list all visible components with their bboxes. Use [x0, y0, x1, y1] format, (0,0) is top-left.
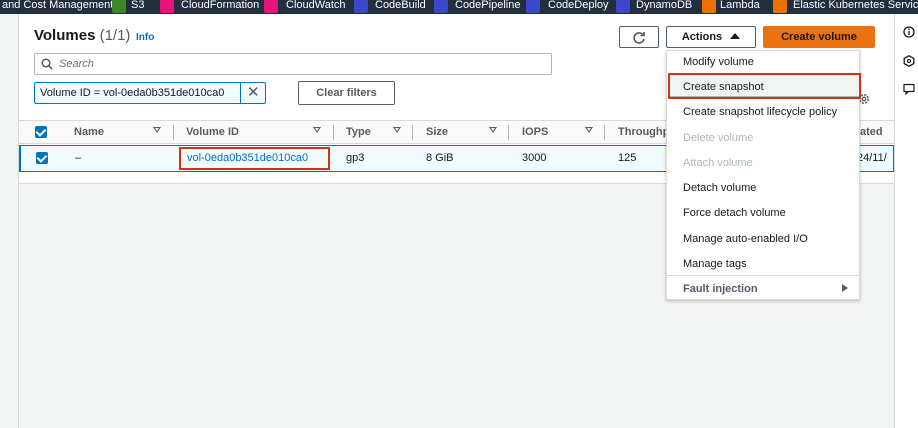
menu-item-modify-volume[interactable]: Modify volume [683, 56, 754, 68]
menu-item-manage-auto-enabled-io[interactable]: Manage auto-enabled I/O [683, 233, 808, 245]
favorite-label: Elastic Kubernetes Servic [793, 0, 918, 11]
menu-item-create-snapshot-lifecycle-policy[interactable]: Create snapshot lifecycle policy [683, 106, 837, 118]
sort-icon[interactable] [393, 127, 401, 133]
column-divider [508, 125, 509, 140]
refresh-button[interactable] [619, 26, 659, 48]
lambda-icon [702, 0, 716, 13]
filter-token-text: Volume ID = vol-0eda0b351de010ca0 [35, 83, 241, 103]
favorite-label: and Cost Management [2, 0, 114, 11]
codepipeline-icon [434, 0, 448, 13]
service-favorites-bar: and Cost Management S3 CloudFormation Cl… [0, 0, 918, 14]
menu-item-delete-volume: Delete volume [683, 132, 754, 144]
volume-id-link[interactable]: vol-0eda0b351de010ca0 [179, 147, 330, 170]
codedeploy-icon [526, 0, 540, 13]
favorite-label: CloudFormation [181, 0, 260, 11]
column-header-iops[interactable]: IOPS [522, 126, 548, 138]
favorite-label: CodeDeploy [548, 0, 609, 11]
menu-item-detach-volume[interactable]: Detach volume [683, 182, 756, 194]
filter-token: Volume ID = vol-0eda0b351de010ca0 ✕ [34, 82, 266, 104]
sort-icon[interactable] [489, 127, 497, 133]
menu-item-force-detach-volume[interactable]: Force detach volume [683, 207, 786, 219]
column-header-volume-id[interactable]: Volume ID [186, 126, 239, 138]
column-divider [173, 125, 174, 140]
favorite-label: Lambda [720, 0, 760, 11]
eks-icon [773, 0, 787, 13]
menu-item-attach-volume: Attach volume [683, 157, 753, 169]
refresh-icon [633, 32, 645, 44]
favorite-label: CloudWatch [286, 0, 346, 11]
dynamodb-icon [616, 0, 630, 13]
right-utility-rail [894, 14, 918, 428]
sort-icon[interactable] [153, 127, 161, 133]
clear-filters-button[interactable]: Clear filters [298, 81, 395, 105]
column-divider [333, 125, 334, 140]
menu-item-create-snapshot[interactable]: Create snapshot [683, 81, 764, 93]
volume-id-text: vol-0eda0b351de010ca0 [187, 152, 309, 164]
s3-icon [112, 0, 126, 13]
cloudformation-icon [160, 0, 174, 13]
cell-iops: 3000 [522, 152, 547, 164]
column-divider [412, 125, 413, 140]
create-volume-button[interactable]: Create volume [763, 26, 875, 48]
menu-item-manage-tags[interactable]: Manage tags [683, 258, 747, 270]
chevron-right-icon [842, 284, 848, 292]
actions-menu: Modify volume Create snapshot Create sna… [666, 50, 861, 300]
favorite-label: CodePipeline [455, 0, 521, 11]
caret-up-icon [730, 33, 741, 39]
search-icon [41, 58, 53, 70]
menu-divider [667, 275, 859, 276]
info-link[interactable]: Info [136, 32, 154, 43]
cloudwatch-icon [264, 0, 278, 13]
actions-button[interactable]: Actions [666, 26, 756, 48]
column-header-size[interactable]: Size [426, 126, 448, 138]
hexagon-icon[interactable] [903, 55, 915, 67]
column-header-name[interactable]: Name [74, 126, 104, 138]
menu-item-fault-injection[interactable]: Fault injection [683, 283, 758, 295]
info-circle-icon[interactable] [903, 26, 915, 38]
favorite-label: CodeBuild [375, 0, 426, 11]
selection-count: (1/1) [99, 27, 131, 44]
cell-created: 24/11/ [857, 152, 887, 164]
column-header-created[interactable]: ated [860, 126, 883, 138]
cell-throughput: 125 [618, 152, 637, 164]
cell-name: – [75, 152, 82, 164]
row-checkbox[interactable] [36, 152, 48, 164]
page-title: Volumes (1/1) [34, 27, 130, 44]
actions-label: Actions [681, 31, 723, 43]
cell-size: 8 GiB [426, 152, 454, 164]
sort-icon[interactable] [585, 127, 593, 133]
title-text: Volumes [34, 27, 96, 44]
remove-filter-icon[interactable]: ✕ [247, 85, 260, 100]
favorite-label: DynamoDB [636, 0, 693, 11]
favorite-label: S3 [131, 0, 145, 11]
column-divider [604, 125, 605, 140]
column-header-type[interactable]: Type [346, 126, 371, 138]
search-input[interactable] [59, 56, 539, 72]
search-bar [34, 53, 552, 75]
select-all-checkbox[interactable] [35, 126, 47, 138]
cell-type: gp3 [346, 152, 365, 164]
codebuild-icon [354, 0, 368, 13]
sort-icon[interactable] [313, 127, 321, 133]
feedback-icon[interactable] [903, 83, 915, 95]
